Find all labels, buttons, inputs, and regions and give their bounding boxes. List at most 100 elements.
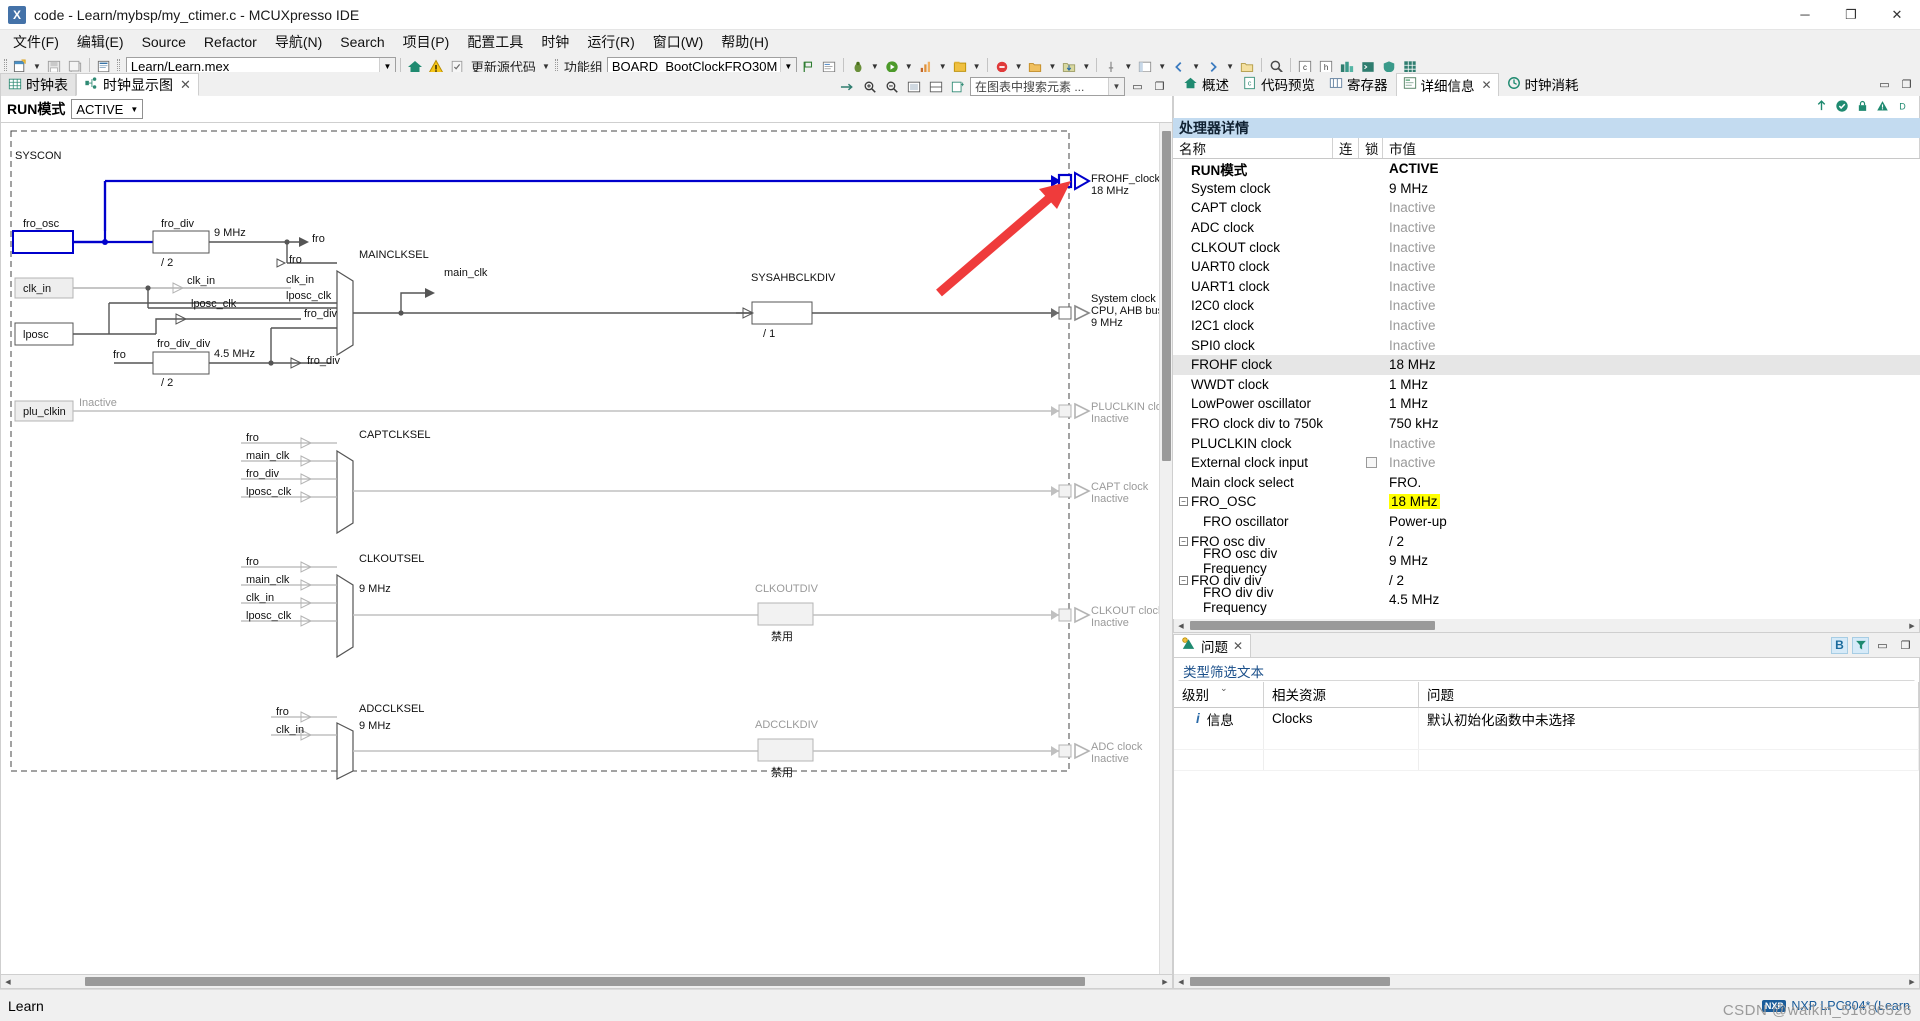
table-row[interactable]: UART0 clock Inactive [1173,257,1920,277]
minimize-button[interactable]: ─ [1782,0,1828,30]
problems-hscrollbar[interactable]: ◀ ▶ [1174,974,1919,988]
detail-row-lock-cell[interactable] [1359,457,1383,469]
folder-dropdown-icon[interactable]: ▼ [1046,62,1058,71]
table-row[interactable]: PLUCLKIN clock Inactive [1173,433,1920,453]
maximize-button[interactable]: ❐ [1828,0,1874,30]
debug-dropdown-icon[interactable]: ▼ [869,62,881,71]
diagram-vscroll-thumb[interactable] [1162,131,1171,461]
hscroll-right-arrow[interactable]: ▶ [1158,975,1172,988]
details-hscroll-right[interactable]: ▶ [1905,619,1919,632]
tab-clock-table[interactable]: 时钟表 [0,73,76,96]
prob-col-level[interactable]: 级别 ⌄ [1174,682,1264,707]
tab-clock-diagram[interactable]: 时钟显示图 ✕ [76,73,199,96]
zoom-out-icon[interactable] [882,77,901,96]
menu-help[interactable]: 帮助(H) [712,30,777,54]
prob-col-resource[interactable]: 相关资源 [1264,682,1419,707]
expand-collapse-icon[interactable]: − [1179,497,1188,507]
new-file-dropdown-icon[interactable]: ▼ [31,62,43,71]
table-row[interactable]: FRO osc div Frequency 9 MHz [1173,546,1920,576]
table-row[interactable]: RUN模式 ACTIVE [1173,159,1920,179]
hscroll-left-arrow[interactable]: ◀ [1,975,15,988]
expand-collapse-icon[interactable]: − [1179,536,1188,546]
chevron-down-icon-runmode[interactable]: ▼ [124,105,138,114]
menu-clocks[interactable]: 时钟 [532,30,578,54]
menu-run[interactable]: 运行(R) [578,30,643,54]
pin-dropdown-icon[interactable]: ▼ [1122,62,1134,71]
table-row[interactable]: Main clock select FRO. [1173,473,1920,493]
table-row[interactable]: FRO oscillator Power-up [1173,512,1920,532]
menu-config-tools[interactable]: 配置工具 [458,30,532,54]
table-row[interactable]: LowPower oscillator 1 MHz [1173,394,1920,414]
close-icon-problems[interactable]: ✕ [1233,639,1243,653]
problems-filter-input[interactable]: 类型筛选文本 [1178,661,1915,681]
details-letter-icon[interactable]: D [1896,99,1909,116]
table-row[interactable]: System clock 9 MHz [1173,179,1920,199]
details-hscroll-thumb[interactable] [1190,621,1435,630]
diagram-hscrollbar[interactable]: ◀ ▶ [0,975,1173,989]
table-row[interactable]: CLKOUT clock Inactive [1173,237,1920,257]
table-row[interactable]: I2C1 clock Inactive [1173,316,1920,336]
table-row[interactable]: − FRO_OSC 18 MHz [1173,492,1920,512]
table-row[interactable]: I2C0 clock Inactive [1173,296,1920,316]
col-link[interactable]: 连 [1333,138,1359,158]
close-button[interactable]: ✕ [1874,0,1920,30]
hscroll-track[interactable] [15,975,1158,988]
menu-source[interactable]: Source [133,32,195,52]
external-tools-dropdown-icon[interactable]: ▼ [971,62,983,71]
clock-diagram-canvas[interactable]: SYSCON fro_osc fro_div / 2 9 MHz fro fro… [0,122,1173,975]
details-hscrollbar[interactable]: ◀ ▶ [1173,619,1920,633]
table-row[interactable]: UART1 clock Inactive [1173,277,1920,297]
table-row[interactable]: FRO clock div to 750k 750 kHz [1173,414,1920,434]
table-row[interactable]: ADC clock Inactive [1173,218,1920,238]
import-dropdown-icon[interactable]: ▼ [1080,62,1092,71]
warning-small-icon[interactable] [1876,99,1889,116]
run-dropdown-icon[interactable]: ▼ [903,62,915,71]
diagram-vscrollbar[interactable] [1159,123,1172,974]
menu-search[interactable]: Search [331,32,393,52]
details-hscroll-left[interactable]: ◀ [1174,619,1188,632]
table-row[interactable]: External clock input Inactive [1173,453,1920,473]
col-name[interactable]: 名称 [1173,138,1333,158]
forward-dropdown-icon[interactable]: ▼ [1224,62,1236,71]
tab-problems[interactable]: 问题 ✕ [1173,633,1252,657]
minimize-details-icon[interactable]: ▭ [1875,75,1894,94]
menu-file[interactable]: 文件(F) [4,30,68,54]
table-row[interactable]: SPI0 clock Inactive [1173,335,1920,355]
tab-clock-consumption[interactable]: 时钟消耗 [1501,73,1585,96]
tab-overview[interactable]: 概述 [1177,73,1235,96]
maximize-view-icon[interactable]: ❐ [1150,77,1169,96]
problems-hscroll-left[interactable]: ◀ [1174,975,1188,988]
check-circle-icon[interactable] [1835,99,1849,116]
zoom-in-icon[interactable] [860,77,879,96]
fit-page-icon[interactable] [904,77,923,96]
minimize-problems-icon[interactable]: ▭ [1873,636,1892,655]
col-lock[interactable]: 锁 [1359,138,1383,158]
perspective-dropdown-icon[interactable]: ▼ [1156,62,1168,71]
close-icon[interactable]: ✕ [180,77,191,93]
export-diagram-icon[interactable] [948,77,967,96]
prob-col-description[interactable]: 问题 [1419,682,1919,707]
problems-hscroll-right[interactable]: ▶ [1905,975,1919,988]
expand-collapse-icon[interactable]: − [1179,575,1188,585]
menu-refactor[interactable]: Refactor [195,32,266,52]
profile-dropdown-icon[interactable]: ▼ [937,62,949,71]
table-row[interactable]: i 信息 Clocks 默认初始化函数中未选择 [1174,708,1919,729]
diagram-search-input[interactable]: 在图表中搜索元素 ... ▼ [970,77,1125,96]
menu-project[interactable]: 项目(P) [394,30,459,54]
details-table-body[interactable]: RUN模式 ACTIVE System clock 9 MHz CAPT clock In… [1173,159,1920,619]
hscroll-thumb[interactable] [85,977,1085,986]
table-row[interactable]: WWDT clock 1 MHz [1173,375,1920,395]
update-code-dropdown-icon[interactable]: ▼ [540,62,552,71]
problems-hscroll-track[interactable] [1188,975,1905,988]
maximize-details-icon[interactable]: ❐ [1897,75,1916,94]
tab-code-preview[interactable]: c 代码预览 [1237,73,1321,96]
maximize-problems-icon[interactable]: ❐ [1896,636,1915,655]
tab-details[interactable]: 详细信息 ✕ [1395,72,1499,96]
problems-hscroll-thumb[interactable] [1190,977,1390,986]
details-hscroll-track[interactable] [1188,619,1905,632]
minimize-view-icon[interactable]: ▭ [1128,77,1147,96]
menu-navigate[interactable]: 导航(N) [266,30,331,54]
filter-icon[interactable] [1852,636,1869,654]
table-row[interactable]: FROHF clock 18 MHz [1173,354,1920,375]
run-mode-select[interactable]: ACTIVE ▼ [71,99,144,119]
